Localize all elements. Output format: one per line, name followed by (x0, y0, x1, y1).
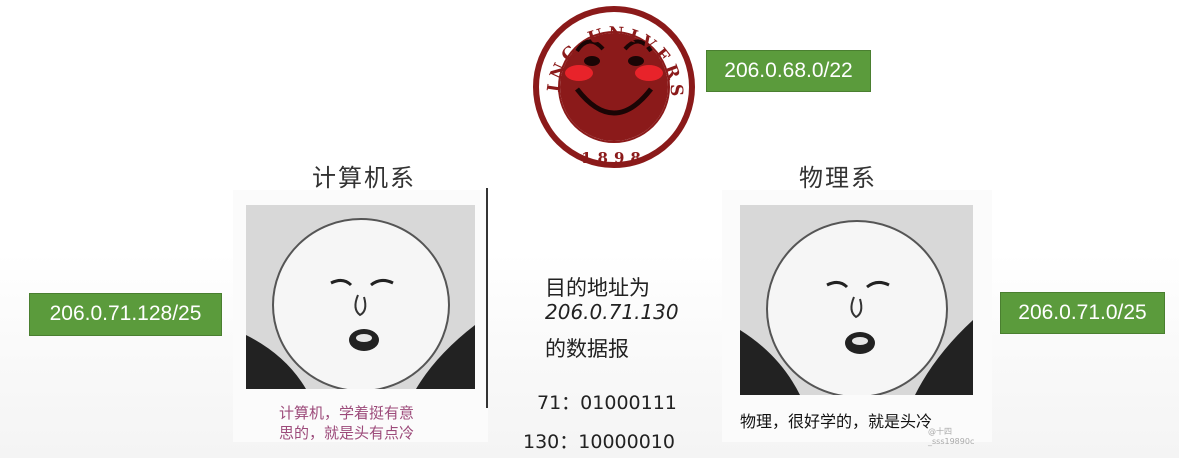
logo-year: 1898 (581, 149, 647, 167)
cs-caption-line2: 思的，就是头有点冷 (279, 424, 415, 442)
cs-meme-card: 计算机，学着挺有意 思的，就是头有点冷 (233, 190, 488, 442)
vertical-divider (486, 188, 488, 408)
subnet-cs-label: 206.0.71.128/25 (49, 302, 202, 325)
physics-meme-image (740, 205, 973, 395)
binary-71: 71：01000111 (537, 392, 677, 414)
physics-meme-card: 物理，很好学的，就是头冷 @十四_sss19890c (722, 190, 992, 446)
subnet-university-label: 206.0.68.0/22 (724, 59, 853, 82)
destination-line3: 的数据报 (545, 337, 629, 361)
subnet-physics-label: 206.0.71.0/25 (1018, 301, 1147, 324)
subnet-physics-box: 206.0.71.0/25 (1000, 292, 1165, 334)
cs-department-title: 计算机系 (312, 164, 416, 192)
physics-department-title: 物理系 (799, 164, 877, 192)
cs-meme-image (246, 205, 475, 389)
subnet-university-box: 206.0.68.0/22 (706, 50, 871, 92)
subnet-cs-box: 206.0.71.128/25 (29, 293, 222, 336)
physics-caption: 物理，很好学的，就是头冷 (740, 412, 933, 431)
cs-caption-line1: 计算机，学着挺有意 (279, 404, 415, 422)
physics-watermark: @十四_sss19890c (928, 427, 975, 446)
binary-130: 130：10000010 (523, 431, 675, 453)
destination-address: 206.0.71.130 (545, 300, 679, 324)
peking-university-logo: PEKING UNIVERSITY 1898 (520, 0, 699, 172)
destination-line1: 目的地址为 (545, 276, 650, 300)
